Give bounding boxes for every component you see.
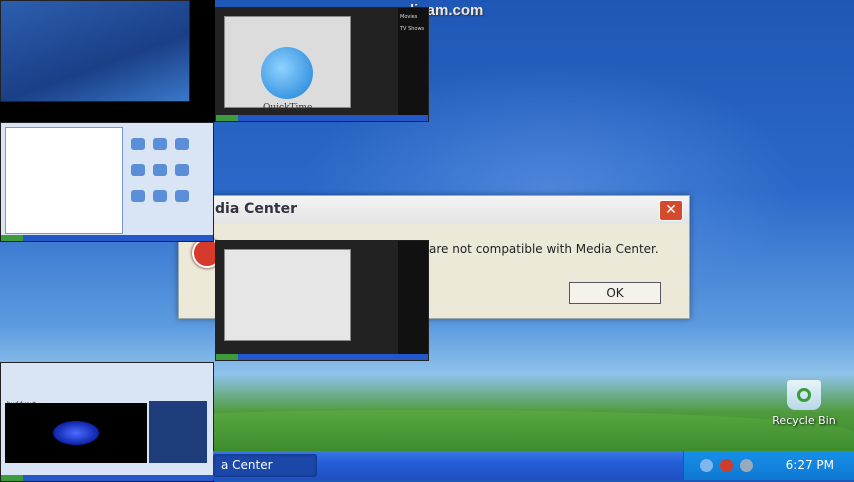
clock[interactable]: 6:27 PM	[786, 458, 834, 472]
thumbnail-desktop	[0, 0, 190, 102]
quicktime-window	[224, 249, 351, 341]
side-label-movies: Movies	[400, 14, 418, 20]
quicktime-window: QuickTime	[224, 16, 351, 113]
recycle-bin[interactable]: Recycle Bin	[764, 380, 844, 427]
recycle-bin-icon[interactable]	[787, 380, 821, 410]
dialog-ok-button[interactable]: OK	[569, 282, 661, 304]
control-panel-icons	[127, 133, 207, 233]
cp-icon	[153, 138, 167, 150]
cp-icon	[153, 190, 167, 202]
network-icon[interactable]	[700, 459, 713, 472]
taskbar-item-media-center[interactable]: a Center	[213, 454, 317, 477]
taskbar-item-label: a Center	[221, 458, 273, 472]
thumbnail-quicktime-2	[215, 240, 429, 361]
media-visualization	[5, 403, 147, 463]
mini-start-button	[216, 354, 238, 360]
thumbnail-quicktime: QuickTime Movies TV Shows	[215, 7, 429, 122]
system-tray: 6:27 PM	[683, 451, 854, 480]
mini-taskbar	[1, 235, 213, 241]
black-strip	[0, 100, 188, 122]
cp-icon	[131, 190, 145, 202]
thumbnail-media-player: buddyout	[0, 362, 214, 482]
volume-icon[interactable]	[740, 459, 753, 472]
mini-taskbar	[216, 115, 428, 121]
dialog-titlebar[interactable]: dia Center ✕	[179, 196, 689, 224]
media-playlist-panel	[149, 401, 207, 463]
mini-start-button	[1, 475, 23, 481]
black-strip	[188, 0, 215, 122]
mini-start-button	[1, 235, 23, 241]
taskbar: a Center 6:27 PM	[213, 451, 854, 480]
cp-icon	[175, 190, 189, 202]
cp-icon	[175, 138, 189, 150]
cp-icon	[131, 138, 145, 150]
dialog-message: are not compatible with Media Center.	[429, 242, 659, 256]
quicktime-side-panel: Movies TV Shows	[398, 8, 428, 121]
cp-icon	[131, 164, 145, 176]
side-label-tvshows: TV Shows	[400, 26, 425, 32]
security-alert-icon[interactable]	[720, 459, 733, 472]
mini-taskbar	[216, 354, 428, 360]
cp-icon	[153, 164, 167, 176]
dialog-close-button[interactable]: ✕	[659, 200, 683, 221]
cp-icon	[175, 164, 189, 176]
mini-taskbar	[1, 475, 213, 481]
mini-start-button	[216, 115, 238, 121]
dialog-title: dia Center	[215, 201, 297, 217]
quicktime-side-panel	[398, 241, 428, 360]
quicktime-logo-icon	[261, 47, 313, 99]
thumbnail-control-panel	[0, 122, 214, 242]
visualization-blob	[53, 421, 99, 445]
recycle-bin-label: Recycle Bin	[772, 414, 836, 427]
sound-properties-window	[5, 127, 123, 234]
quicktime-logo-text: QuickTime	[263, 103, 313, 113]
